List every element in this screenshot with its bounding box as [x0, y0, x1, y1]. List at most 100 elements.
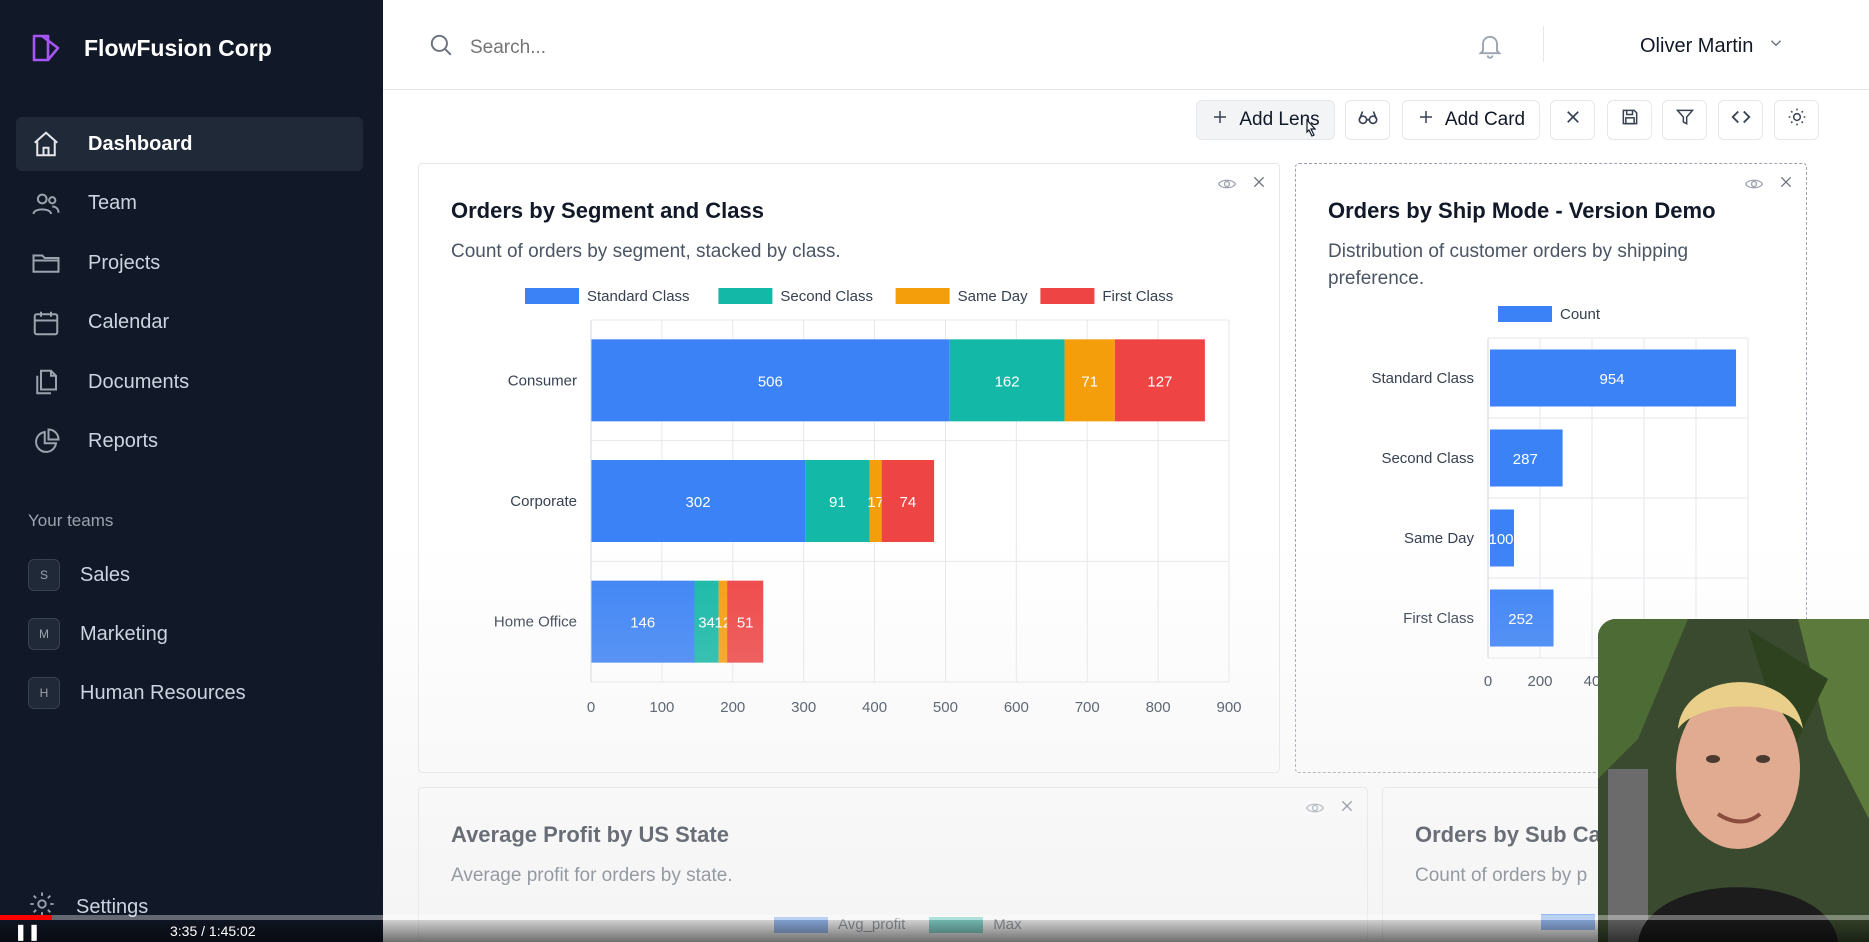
presenter-video-image	[1598, 619, 1869, 942]
webcam-overlay	[1598, 619, 1869, 942]
sidebar-item-label: Documents	[88, 370, 190, 393]
data-label: 51	[737, 615, 754, 632]
theme-button[interactable]	[1774, 100, 1819, 140]
add-card-button[interactable]: Add Card	[1402, 100, 1540, 140]
segment-class-chart: Standard Class Second Class Same Day First …	[494, 288, 1242, 716]
team-item-human-resources[interactable]: H Human Resources	[28, 677, 246, 709]
data-label: 506	[758, 373, 783, 390]
sidebar-item-label: Team	[88, 192, 137, 214]
filter-icon	[1675, 107, 1695, 133]
pause-icon[interactable]: ❚❚	[14, 922, 41, 942]
save-button[interactable]	[1607, 100, 1652, 140]
y-tick-label: Same Day	[1404, 530, 1475, 547]
data-label: 71	[1081, 373, 1098, 390]
data-label: 100	[1488, 531, 1513, 548]
legend-label: Second Class	[780, 288, 873, 305]
sidebar-item-label: Calendar	[88, 311, 170, 333]
eye-icon[interactable]	[1217, 174, 1237, 199]
legend-swatch	[525, 288, 579, 304]
legend-label: First Class	[1102, 288, 1173, 305]
close-button[interactable]	[1550, 100, 1595, 140]
card-title: Orders by Sub Cate	[1415, 822, 1621, 847]
brand[interactable]: FlowFusion Corp	[28, 30, 272, 66]
data-label: 17	[867, 494, 884, 511]
legend-swatch	[1498, 306, 1552, 322]
data-label: 146	[630, 615, 655, 632]
eye-icon[interactable]	[1744, 174, 1764, 199]
y-tick-label: Second Class	[1381, 450, 1474, 467]
data-label: 252	[1508, 611, 1533, 628]
x-tick-label: 600	[1004, 699, 1029, 716]
y-tick-label: First Class	[1403, 610, 1474, 627]
close-icon[interactable]	[1778, 174, 1794, 199]
data-label: 954	[1600, 371, 1625, 388]
x-tick-label: 500	[933, 699, 958, 716]
search[interactable]	[428, 32, 870, 63]
topbar: Oliver Martin	[383, 0, 1869, 90]
card-tools	[1744, 174, 1794, 199]
brand-logo-icon	[32, 34, 60, 62]
plus-icon	[1417, 108, 1435, 132]
close-icon[interactable]	[1251, 174, 1267, 199]
sidebar-item-documents[interactable]: Documents	[16, 355, 363, 409]
user-menu[interactable]: Oliver Martin	[1640, 34, 1785, 58]
data-label: 287	[1513, 451, 1538, 468]
sidebar-item-calendar[interactable]: Calendar	[16, 296, 363, 350]
sidebar-item-reports[interactable]: Reports	[16, 415, 363, 469]
code-icon	[1730, 106, 1752, 134]
sidebar-item-team[interactable]: Team	[16, 177, 363, 231]
calendar-icon	[29, 306, 63, 340]
x-tick-label: 400	[862, 699, 887, 716]
topbar-divider	[1543, 26, 1544, 62]
y-tick-label: Consumer	[508, 372, 577, 389]
search-icon	[428, 32, 454, 63]
search-input[interactable]	[470, 36, 870, 59]
data-label: 302	[686, 494, 711, 511]
card-tools	[1217, 174, 1267, 199]
sidebar-item-projects[interactable]: Projects	[16, 236, 363, 290]
card-title: Orders by Segment and Class	[451, 198, 764, 223]
card-title: Orders by Ship Mode - Version Demo	[1328, 198, 1716, 223]
x-tick-label: 200	[1527, 673, 1552, 690]
bell-icon[interactable]	[1476, 30, 1504, 65]
sidebar-item-label: Reports	[88, 430, 159, 452]
video-time: 3:35 / 1:45:02	[170, 923, 256, 939]
card-subtitle: Average profit for orders by state.	[451, 865, 733, 886]
glasses-icon	[1357, 106, 1379, 134]
x-tick-label: 0	[1484, 673, 1492, 690]
documents-icon	[29, 365, 63, 399]
team-badge: S	[28, 559, 60, 591]
legend-label: Count	[1560, 306, 1601, 323]
card-subtitle: Count of orders by segment, stacked by c…	[451, 241, 841, 262]
team-item-marketing[interactable]: M Marketing	[28, 618, 168, 650]
mouse-cursor-icon	[1301, 118, 1321, 147]
team-badge: M	[28, 618, 60, 650]
y-tick-label: Corporate	[510, 493, 577, 510]
lens-view-button[interactable]	[1345, 100, 1390, 140]
eye-icon[interactable]	[1305, 798, 1325, 823]
code-button[interactable]	[1718, 100, 1763, 140]
team-badge: H	[28, 677, 60, 709]
x-tick-label: 300	[791, 699, 816, 716]
legend-label: Same Day	[958, 288, 1029, 305]
legend-label: Standard Class	[587, 288, 690, 305]
x-tick-label: 900	[1216, 699, 1241, 716]
card-title: Average Profit by US State	[451, 822, 729, 847]
data-label: 162	[995, 373, 1020, 390]
sidebar-item-label: Projects	[88, 251, 161, 274]
x-tick-label: 0	[587, 699, 595, 716]
close-icon[interactable]	[1339, 798, 1355, 823]
team-item-sales[interactable]: S Sales	[28, 559, 130, 591]
x-tick-label: 100	[649, 699, 674, 716]
team-label: Marketing	[80, 622, 168, 645]
close-icon	[1564, 108, 1582, 132]
filter-button[interactable]	[1662, 100, 1707, 140]
y-tick-label: Standard Class	[1371, 370, 1474, 387]
folder-icon	[29, 246, 63, 280]
x-tick-label: 800	[1146, 699, 1171, 716]
sidebar-nav: Dashboard Team Projects Calendar Documen…	[16, 117, 363, 474]
card-subtitle: Count of orders by p	[1415, 865, 1588, 886]
y-tick-label: Home Office	[494, 614, 577, 631]
x-tick-label: 700	[1075, 699, 1100, 716]
card-tools	[1305, 798, 1355, 823]
